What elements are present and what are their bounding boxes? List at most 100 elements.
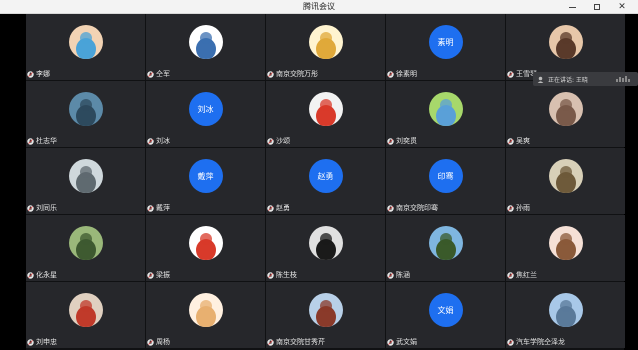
participant-name: 吴爽 [516, 136, 530, 145]
microphone-muted-icon [27, 137, 34, 145]
microphone-muted-icon [27, 204, 34, 212]
avatar-initials: 戴萍 [188, 159, 223, 193]
participant-name: 刘同乐 [36, 203, 57, 212]
name-bar: 化永星 [26, 270, 57, 280]
participant-name: 南京交院万彤 [276, 69, 318, 78]
participant-name: 仝军 [156, 69, 170, 78]
microphone-muted-icon [267, 338, 274, 346]
participant-tile[interactable]: 印骞 南京交院印骞 [386, 148, 505, 214]
microphone-muted-icon [507, 137, 514, 145]
participant-tile[interactable]: 南京交院甘秀芹 [266, 282, 385, 348]
participant-tile[interactable]: 吴爽 [506, 81, 625, 147]
microphone-muted-icon [147, 338, 154, 346]
participant-name: 汽车学院仝泽龙 [516, 337, 565, 346]
participant-name: 南京交院印骞 [396, 203, 438, 212]
microphone-muted-icon [147, 204, 154, 212]
microphone-muted-icon [507, 271, 514, 279]
participant-tile[interactable]: 孙雨 [506, 148, 625, 214]
participant-name: 梁振 [156, 270, 170, 279]
participant-name: 李娜 [36, 69, 50, 78]
name-bar: 焦红兰 [506, 270, 537, 280]
left-margin [0, 14, 26, 350]
avatar-photo [548, 226, 583, 260]
participant-name: 南京交院甘秀芹 [276, 337, 325, 346]
right-margin [624, 14, 638, 350]
window-title: 腾讯会议 [303, 2, 335, 11]
name-bar: 南京交院万彤 [266, 69, 318, 79]
name-bar: 刘申忠 [26, 337, 57, 347]
audio-wave-icon [616, 76, 630, 82]
participant-tile[interactable]: 刘奕贯 [386, 81, 505, 147]
maximize-icon[interactable] [585, 0, 609, 14]
avatar-photo [188, 25, 223, 59]
microphone-muted-icon [507, 338, 514, 346]
participant-tile[interactable]: 素明 徐素明 [386, 14, 505, 80]
participant-tile[interactable]: 周杨 [146, 282, 265, 348]
microphone-muted-icon [147, 137, 154, 145]
close-icon[interactable]: ✕ [610, 0, 634, 14]
participant-tile[interactable]: 刘申忠 [26, 282, 145, 348]
participant-name: 武文娟 [396, 337, 417, 346]
avatar-photo [428, 92, 463, 126]
avatar-photo [188, 293, 223, 327]
participant-name: 刘冰 [156, 136, 170, 145]
participant-tile[interactable]: 南京交院万彤 [266, 14, 385, 80]
avatar-photo [548, 159, 583, 193]
speaking-indicator: 正在讲话: 王晓 [533, 72, 638, 86]
avatar-photo [68, 293, 103, 327]
participant-tile[interactable]: 陈生枝 [266, 215, 385, 281]
name-bar: 南京交院甘秀芹 [266, 337, 325, 347]
avatar-photo [188, 226, 223, 260]
participant-tile[interactable]: 文娟武文娟 [386, 282, 505, 348]
participant-tile[interactable]: 杜志华 [26, 81, 145, 147]
name-bar: 刘奕贯 [386, 136, 417, 146]
name-bar: 刘同乐 [26, 203, 57, 213]
microphone-muted-icon [507, 70, 514, 78]
name-bar: 李娜 [26, 69, 50, 79]
avatar-initials: 文娟 [428, 293, 463, 327]
microphone-muted-icon [387, 338, 394, 346]
microphone-muted-icon [27, 70, 34, 78]
participant-name: 徐素明 [396, 69, 417, 78]
name-bar: 周杨 [146, 337, 170, 347]
participant-name: 赵勇 [276, 203, 290, 212]
participant-name: 化永星 [36, 270, 57, 279]
participant-name: 刘奕贯 [396, 136, 417, 145]
speaking-text: 正在讲话: 王晓 [548, 76, 588, 84]
avatar-photo [308, 92, 343, 126]
participant-name: 戴萍 [156, 203, 170, 212]
participant-tile[interactable]: 沙颂 [266, 81, 385, 147]
microphone-muted-icon [147, 70, 154, 78]
name-bar: 武文娟 [386, 337, 417, 347]
name-bar: 孙雨 [506, 203, 530, 213]
participant-tile[interactable]: 戴萍 戴萍 [146, 148, 265, 214]
participant-tile[interactable]: 焦红兰 [506, 215, 625, 281]
minimize-icon[interactable] [560, 0, 584, 14]
participant-tile[interactable]: 赵勇 赵勇 [266, 148, 385, 214]
avatar-photo [308, 293, 343, 327]
participant-name: 焦红兰 [516, 270, 537, 279]
participant-tile[interactable]: 李娜 [26, 14, 145, 80]
participant-tile[interactable]: 刘同乐 [26, 148, 145, 214]
avatar-photo [308, 25, 343, 59]
speaker-icon [537, 76, 544, 83]
participant-tile[interactable]: 王雪琴 [506, 14, 625, 80]
avatar-photo [428, 226, 463, 260]
participant-tile[interactable]: 梁振 [146, 215, 265, 281]
name-bar: 陈涵 [386, 270, 410, 280]
microphone-muted-icon [387, 271, 394, 279]
microphone-muted-icon [27, 338, 34, 346]
participant-tile[interactable]: 刘冰 刘冰 [146, 81, 265, 147]
participant-tile[interactable]: 化永星 [26, 215, 145, 281]
microphone-muted-icon [147, 271, 154, 279]
participant-tile[interactable]: 汽车学院仝泽龙 [506, 282, 625, 348]
name-bar: 戴萍 [146, 203, 170, 213]
avatar-photo [68, 92, 103, 126]
microphone-muted-icon [387, 70, 394, 78]
participant-tile[interactable]: 仝军 [146, 14, 265, 80]
microphone-muted-icon [267, 204, 274, 212]
avatar-initials: 赵勇 [308, 159, 343, 193]
participant-grid: 李娜 仝军 南京交院万彤 素明 徐素明 王雪琴 杜志华 刘冰 刘冰 沙颂 刘奕贯 吴爽 刘同乐 戴萍 戴萍赵… [26, 14, 625, 350]
participant-tile[interactable]: 陈涵 [386, 215, 505, 281]
avatar-photo [68, 25, 103, 59]
